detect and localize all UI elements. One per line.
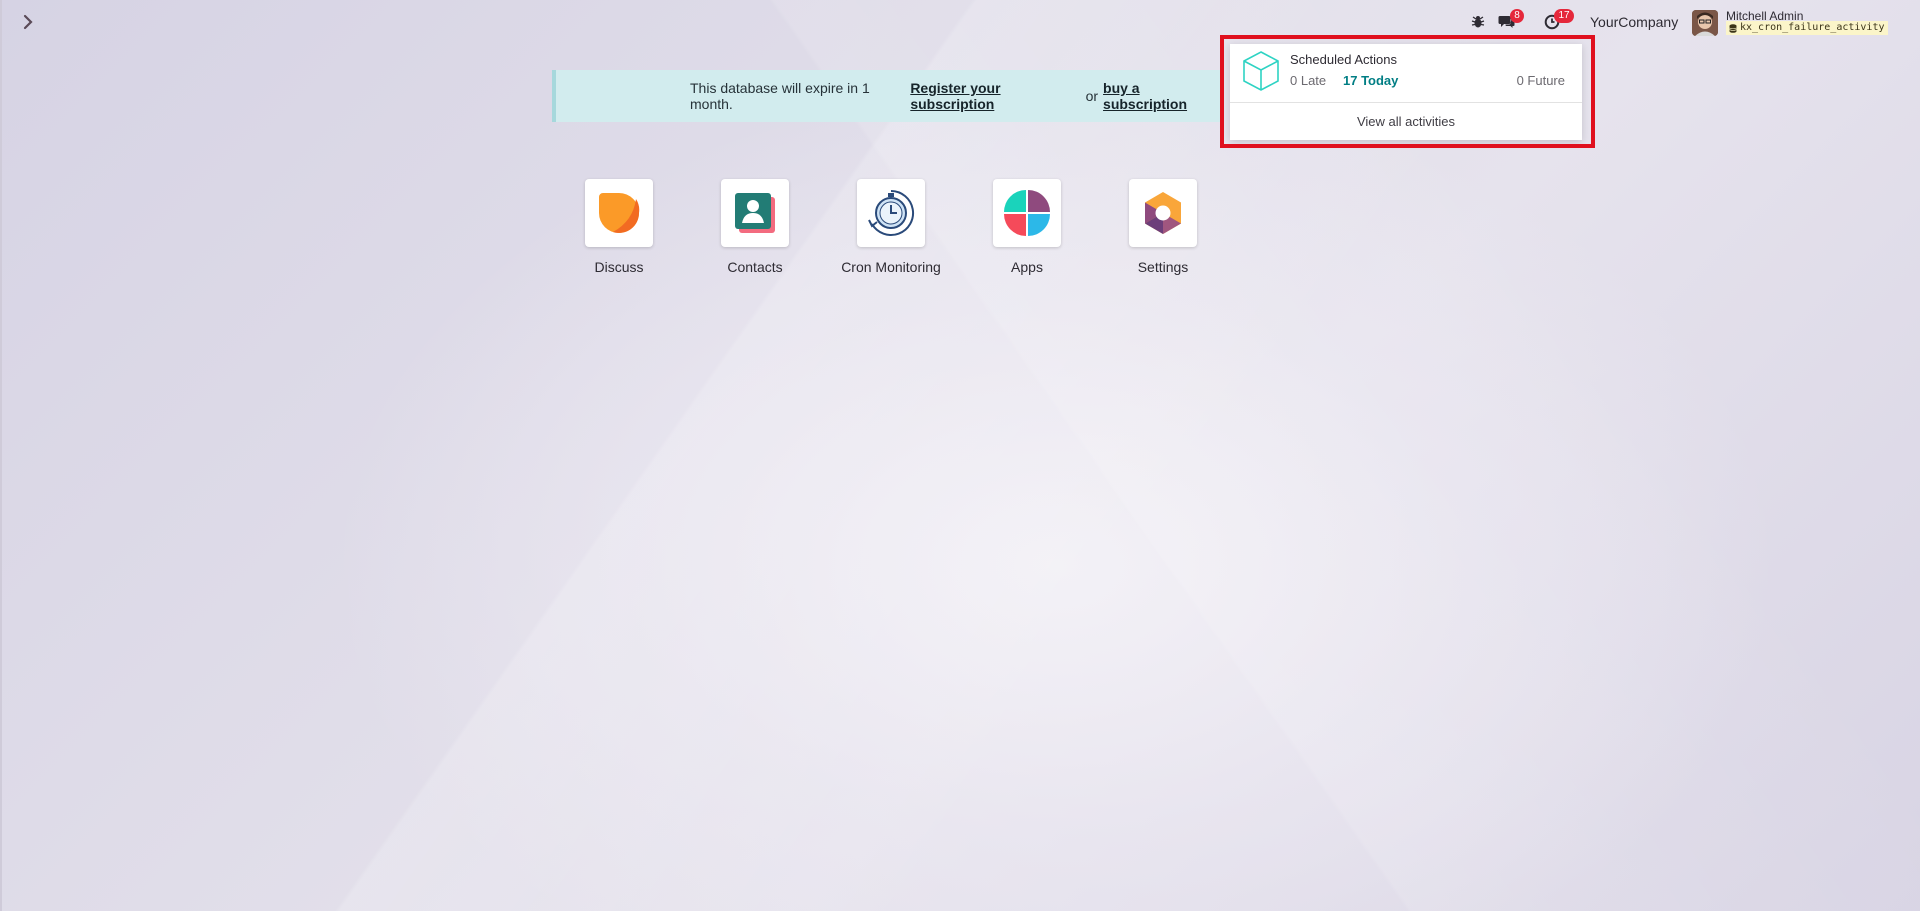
settings-icon [1145, 192, 1181, 234]
app-label: Contacts [727, 259, 783, 275]
app-icon-tile [1129, 179, 1197, 247]
app-apps[interactable]: Apps [959, 179, 1095, 275]
left-edge [0, 0, 2, 911]
activity-group-scheduled-actions[interactable]: Scheduled Actions 0 Late 17 Today 0 Futu… [1230, 44, 1582, 102]
app-label: Apps [1011, 259, 1043, 275]
buy-subscription-link[interactable]: buy a subscription [1103, 80, 1222, 112]
database-icon [1729, 23, 1737, 33]
avatar[interactable] [1692, 10, 1718, 36]
bug-icon [1471, 16, 1485, 28]
register-subscription-link[interactable]: Register your subscription [910, 80, 1080, 112]
view-all-activities-button[interactable]: View all activities [1230, 103, 1582, 140]
database-badge: kx_cron_failure_activity [1726, 21, 1888, 35]
messages-button[interactable]: 8 [1496, 9, 1524, 32]
app-icon-tile [993, 179, 1061, 247]
late-count[interactable]: 0 Late [1290, 73, 1326, 88]
future-count[interactable]: 0 Future [1517, 73, 1565, 88]
app-label: Settings [1137, 259, 1189, 275]
debug-button[interactable] [1469, 12, 1487, 32]
discuss-icon [599, 193, 640, 233]
app-icon-tile [721, 179, 789, 247]
app-icon-tile [857, 179, 925, 247]
app-settings[interactable]: Settings [1095, 179, 1231, 275]
activities-count-badge: 17 [1554, 9, 1574, 23]
sidebar-toggle-button[interactable] [18, 10, 38, 34]
app-label: Discuss [594, 259, 644, 275]
chevron-right-icon [23, 14, 33, 30]
contacts-icon [735, 193, 775, 233]
subscription-banner: This database will expire in 1 month. Re… [552, 70, 1222, 122]
activities-button[interactable]: 17 [1541, 9, 1574, 32]
apps-icon [1004, 190, 1050, 236]
database-name: kx_cron_failure_activity [1740, 22, 1885, 33]
app-discuss[interactable]: Discuss [551, 179, 687, 275]
today-count[interactable]: 17 Today [1343, 73, 1398, 88]
messages-count-badge: 8 [1510, 9, 1524, 23]
activity-popover: Scheduled Actions 0 Late 17 Today 0 Futu… [1230, 44, 1582, 140]
company-switcher[interactable]: YourCompany [1590, 14, 1678, 30]
background-decoration-2 [0, 0, 1920, 911]
banner-or: or [1085, 88, 1099, 104]
cube-icon [1243, 51, 1279, 91]
banner-text: This database will expire in 1 month. [690, 80, 870, 112]
app-icon-tile [585, 179, 653, 247]
app-label: Cron Monitoring [841, 259, 941, 275]
background-decoration [0, 0, 1920, 911]
cron-monitoring-icon [868, 189, 915, 236]
app-cron-monitoring[interactable]: Cron Monitoring [823, 179, 959, 275]
app-contacts[interactable]: Contacts [687, 179, 823, 275]
user-avatar-image [1692, 10, 1718, 36]
activity-model-name: Scheduled Actions [1290, 52, 1397, 67]
